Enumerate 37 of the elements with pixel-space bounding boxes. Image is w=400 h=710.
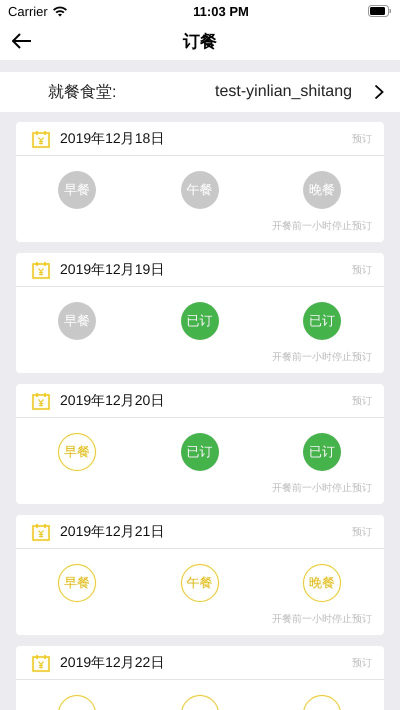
calendar-icon [32, 260, 50, 278]
carrier-label: Carrier [8, 4, 48, 18]
date-label: 2019年12月22日 [60, 654, 164, 672]
date-label: 2019年12月19日 [60, 260, 164, 278]
booking-note: 开餐前一小时停止预订 [272, 482, 372, 495]
book-link[interactable]: 预订 [352, 132, 372, 146]
back-icon[interactable] [12, 33, 32, 49]
meal-button[interactable]: 午餐 [180, 564, 218, 602]
wifi-icon [52, 5, 68, 17]
calendar-icon [32, 392, 50, 410]
book-link[interactable]: 预订 [352, 394, 372, 408]
date-label: 2019年12月21日 [60, 522, 164, 540]
date-label: 2019年12月20日 [60, 392, 164, 410]
meal-button[interactable]: 早餐 [58, 433, 96, 471]
book-link[interactable]: 预订 [352, 656, 372, 670]
page-title: 订餐 [183, 30, 217, 52]
meal-button[interactable]: 晚餐 [303, 564, 341, 602]
chevron-right-icon [374, 84, 384, 100]
book-link[interactable]: 预订 [352, 262, 372, 276]
meal-button[interactable]: 早餐 [58, 564, 96, 602]
book-link[interactable]: 预订 [352, 524, 372, 538]
canteen-value: test-yinlian_shitang [215, 83, 352, 101]
status-time: 11:03 PM [192, 4, 250, 18]
meal-button[interactable]: 已订 [180, 433, 218, 471]
date-label: 2019年12月18日 [60, 130, 164, 148]
booking-note: 开餐前一小时停止预订 [272, 350, 372, 364]
meal-button[interactable]: 已订 [303, 302, 341, 340]
battery-icon [368, 5, 392, 17]
calendar-icon [32, 522, 50, 540]
booking-note: 开餐前一小时停止预订 [272, 612, 372, 626]
meal-button[interactable]: 已订 [180, 302, 218, 340]
calendar-icon [32, 130, 50, 148]
canteen-label: 就餐食堂: [48, 82, 116, 102]
meal-button[interactable]: 已订 [303, 433, 341, 471]
canteen-row[interactable]: 就餐食堂: test-yinlian_shitang [0, 72, 400, 112]
booking-note: 开餐前一小时停止预订 [272, 220, 372, 233]
calendar-icon [32, 654, 50, 672]
